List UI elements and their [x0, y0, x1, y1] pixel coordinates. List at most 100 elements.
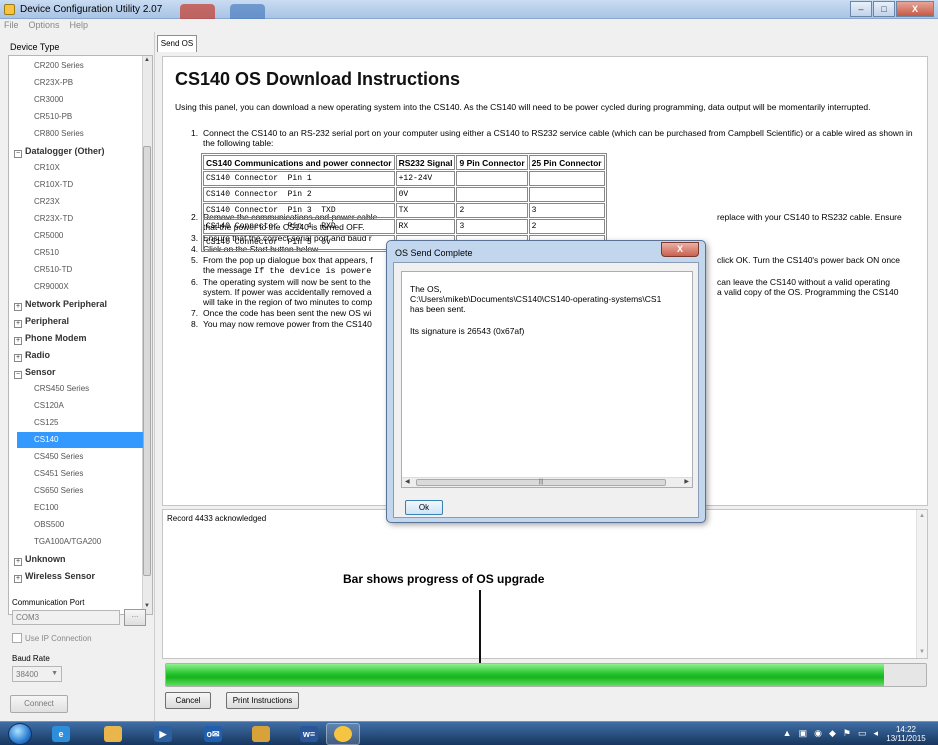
table-cell: +12-24V [395, 171, 456, 186]
tree-item[interactable]: CS450 Series [9, 449, 143, 465]
menu-options[interactable]: Options [25, 19, 66, 32]
os-send-complete-dialog: OS Send Complete X The OS, C:\Users\mike… [386, 240, 706, 523]
folder-icon [104, 726, 122, 742]
expand-icon[interactable]: + [14, 337, 22, 345]
comm-port-field[interactable]: COM3 [12, 610, 120, 625]
security-icon[interactable]: ◉ [814, 728, 822, 739]
app-icon [4, 4, 15, 15]
device-config-taskbar-button[interactable] [326, 723, 360, 745]
expand-icon[interactable]: + [14, 575, 22, 583]
tree-item[interactable]: CR200 Series [9, 58, 143, 74]
step-number: 5. [191, 255, 199, 265]
tree-item[interactable]: CS125 [9, 415, 143, 431]
tree-item[interactable]: CS120A [9, 398, 143, 414]
tree-item[interactable]: CRS450 Series [9, 381, 143, 397]
display-icon[interactable]: ▭ [858, 728, 867, 739]
menu-file[interactable]: File [0, 19, 25, 32]
explorer-taskbar-button[interactable] [96, 723, 130, 745]
baud-rate-select[interactable]: 38400 ▼ [12, 666, 62, 682]
tree-item[interactable]: CR3000 [9, 92, 143, 108]
dialog-close-button[interactable]: X [661, 242, 699, 257]
tree-item[interactable]: TGA100A/TGA200 [9, 534, 143, 550]
expand-icon[interactable]: + [14, 303, 22, 311]
ie-taskbar-button[interactable]: e [44, 723, 78, 745]
table-cell: CS140 Connector Pin 5 0V [203, 235, 395, 250]
dialog-line: has been sent. [410, 304, 466, 314]
tree-item[interactable]: CR5000 [9, 228, 143, 244]
collapse-icon[interactable]: − [14, 150, 22, 158]
ip-connection-checkbox[interactable]: Use IP Connection [12, 633, 92, 643]
menu-help[interactable]: Help [66, 19, 95, 32]
tree-group[interactable]: + Network Peripheral [9, 296, 143, 312]
tab-send-os[interactable]: Send OS [157, 35, 197, 52]
step-text-line3: will take in the region of two minutes t… [203, 297, 373, 307]
tree-item[interactable]: CR10X-TD [9, 177, 143, 193]
tree-item[interactable]: OBS500 [9, 517, 143, 533]
table-header: RS232 Signal [395, 155, 456, 170]
dialog-scroll-thumb[interactable]: ||| [416, 479, 666, 486]
scroll-up-arrow-icon[interactable]: ▲ [143, 57, 151, 67]
device-config-icon [334, 726, 352, 742]
tree-item[interactable]: CR10X [9, 160, 143, 176]
connect-button[interactable]: Connect [10, 695, 68, 713]
tree-scrollbar[interactable]: ▲ ▼ [142, 56, 152, 614]
tree-item[interactable]: CS140 [17, 432, 143, 448]
scroll-up-arrow-icon[interactable]: ▲ [919, 513, 925, 519]
scroll-down-arrow-icon[interactable]: ▼ [919, 649, 925, 655]
flag-icon[interactable]: ⚑ [843, 728, 851, 739]
tree-group[interactable]: − Datalogger (Other) [9, 143, 143, 159]
tree-item[interactable]: CS451 Series [9, 466, 143, 482]
comm-port-label: Communication Port [12, 598, 85, 607]
scroll-right-arrow-icon[interactable]: ▶ [684, 478, 689, 485]
volume-icon[interactable]: ◂ [873, 728, 878, 739]
table-cell: CS140 Connector Pin 1 [203, 171, 395, 186]
maximize-button[interactable]: □ [873, 1, 895, 17]
dialog-horizontal-scrollbar[interactable]: ◀ ||| ▶ [402, 477, 692, 487]
minimize-button[interactable]: – [850, 1, 872, 17]
tree-scroll-thumb[interactable] [143, 146, 151, 576]
log-scrollbar[interactable]: ▲ ▼ [916, 510, 927, 658]
tree-item[interactable]: CR23X-TD [9, 211, 143, 227]
checkbox-box[interactable] [12, 633, 22, 643]
log-line: Record 4433 acknowledged [167, 514, 267, 523]
tree-item[interactable]: CR510-PB [9, 109, 143, 125]
clock[interactable]: 14:22 13/11/2015 [882, 725, 930, 743]
dialog-message-box[interactable]: The OS, C:\Users\mikeb\Documents\CS140\C… [401, 271, 693, 488]
tree-item[interactable]: CR9000X [9, 279, 143, 295]
ok-button[interactable]: Ok [405, 500, 443, 515]
tree-item[interactable]: CR510 [9, 245, 143, 261]
tree-item[interactable]: EC100 [9, 500, 143, 516]
outlook-taskbar-button[interactable]: o✉ [196, 723, 230, 745]
cancel-button[interactable]: Cancel [165, 692, 211, 709]
expand-icon[interactable]: + [14, 320, 22, 328]
scroll-left-arrow-icon[interactable]: ◀ [405, 478, 410, 485]
tray-expand-icon[interactable]: ▲ [783, 728, 792, 739]
start-button[interactable] [8, 723, 32, 745]
close-button[interactable]: X [896, 1, 934, 17]
tree-item[interactable]: CR23X-PB [9, 75, 143, 91]
collapse-icon[interactable]: − [14, 371, 22, 379]
expand-icon[interactable]: + [14, 354, 22, 362]
log-panel[interactable]: Record 4433 acknowledged ▲ ▼ [162, 509, 928, 659]
tree-group[interactable]: + Wireless Sensor [9, 568, 143, 584]
device-tree[interactable]: ▲ ▼ CR200 Series CR23X-PB CR3000 CR510-PB CR… [8, 55, 153, 615]
tree-item[interactable]: CR510-TD [9, 262, 143, 278]
word-taskbar-button[interactable]: w≡ [292, 723, 326, 745]
tree-item[interactable]: CR800 Series [9, 126, 143, 142]
tree-group[interactable]: + Radio [9, 347, 143, 363]
paint-taskbar-button[interactable] [244, 723, 278, 745]
tree-group[interactable]: + Unknown [9, 551, 143, 567]
tree-group[interactable]: − Sensor [9, 364, 143, 380]
expand-icon[interactable]: + [14, 558, 22, 566]
table-header-row: CS140 Communications and power connector… [203, 155, 605, 170]
shield-icon[interactable]: ◆ [829, 728, 836, 739]
tree-group[interactable]: + Peripheral [9, 313, 143, 329]
tree-item[interactable]: CS650 Series [9, 483, 143, 499]
tree-item[interactable]: CR23X [9, 194, 143, 210]
table-header: 25 Pin Connector [528, 155, 605, 170]
media-taskbar-button[interactable]: ▶ [146, 723, 180, 745]
print-instructions-button[interactable]: Print Instructions [226, 692, 299, 709]
tree-group[interactable]: + Phone Modem [9, 330, 143, 346]
network-icon[interactable]: ▣ [799, 728, 808, 739]
comm-port-browse-button[interactable]: ... [124, 609, 146, 626]
